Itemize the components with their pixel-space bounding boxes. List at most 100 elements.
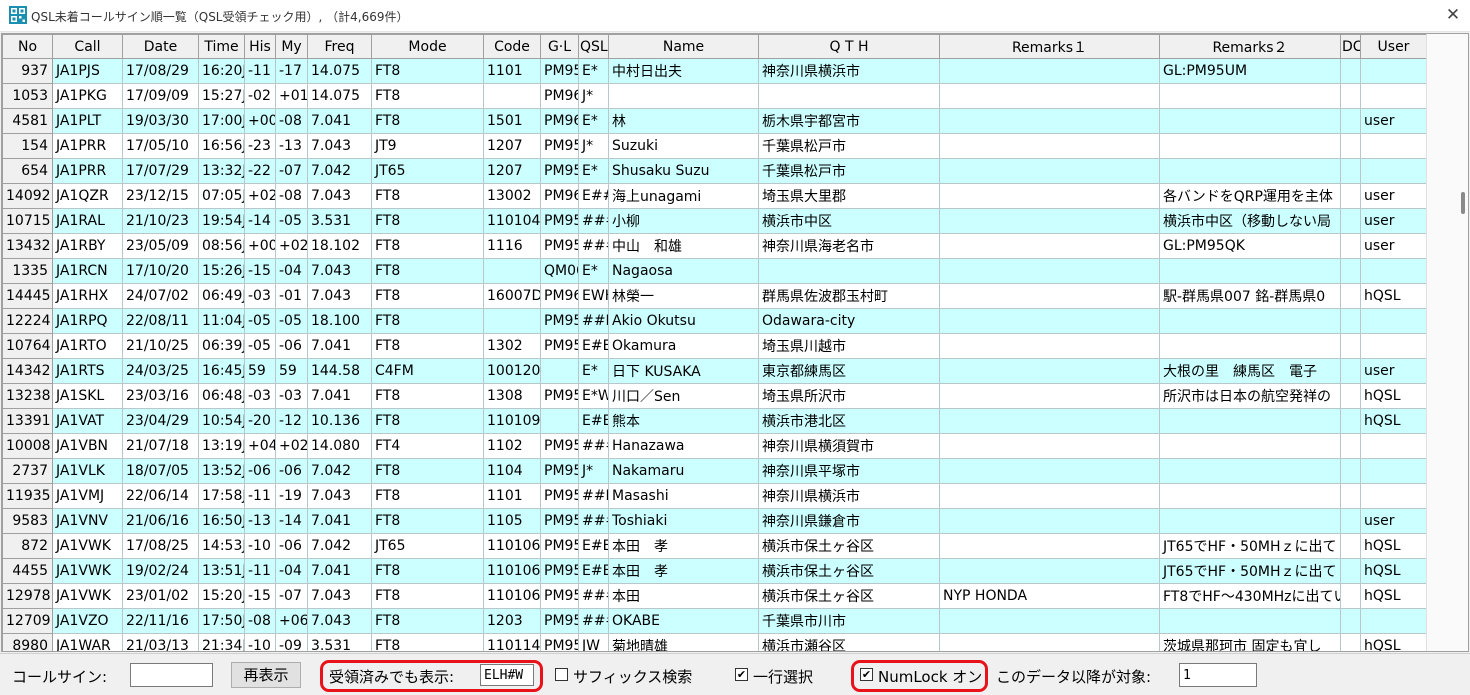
table-cell[interactable]: 22/08/11 <box>122 308 199 334</box>
table-cell[interactable] <box>939 133 1160 159</box>
table-cell[interactable] <box>1360 83 1427 109</box>
table-cell[interactable]: -22 <box>244 158 276 184</box>
table-cell[interactable]: 8980 <box>2 633 53 651</box>
table-cell[interactable]: JA1RCN <box>52 258 123 284</box>
table-cell[interactable]: 21/06/16 <box>122 508 199 534</box>
table-cell[interactable]: 17/07/29 <box>122 158 199 184</box>
column-header[interactable]: Mode <box>371 34 484 59</box>
table-cell[interactable]: 14:53J <box>198 533 245 559</box>
table-cell[interactable]: JA1VBN <box>52 433 123 459</box>
table-cell[interactable]: 654 <box>2 158 53 184</box>
numlock-checkbox[interactable]: ✔ <box>860 668 873 681</box>
table-cell[interactable] <box>939 408 1160 434</box>
table-cell[interactable]: 茨城県那珂市 固定も宜し <box>1159 633 1341 651</box>
column-header[interactable]: No <box>2 34 53 59</box>
table-cell[interactable]: PM96 <box>540 183 579 209</box>
table-row[interactable]: 13432 JA1RBY 23/05/09 08:56J +00 +02 18.102 FT8… <box>2 233 1427 259</box>
table-cell[interactable]: -13 <box>244 508 276 534</box>
table-row[interactable]: 12224 JA1RPQ 22/08/11 11:04J -05 -05 18.100 FT8… <box>2 308 1427 334</box>
table-cell[interactable]: PM96 <box>540 108 579 134</box>
table-row[interactable]: 12978 JA1VWK 23/01/02 15:20J -15 -07 7.043 FT8 1… <box>2 583 1427 609</box>
table-cell[interactable]: 1501 <box>483 108 541 134</box>
table-cell[interactable] <box>1340 183 1361 209</box>
table-cell[interactable] <box>1360 608 1427 634</box>
table-cell[interactable]: -04 <box>275 558 308 584</box>
table-cell[interactable]: -23 <box>244 133 276 159</box>
table-cell[interactable]: Toshiaki <box>608 508 759 534</box>
table-cell[interactable]: ### <box>578 233 609 259</box>
table-row[interactable]: 4455 JA1VWK 19/02/24 13:51J -11 -04 7.041 FT8 11… <box>2 558 1427 584</box>
table-cell[interactable]: FT8 <box>371 208 484 234</box>
table-cell[interactable] <box>1360 483 1427 509</box>
table-row[interactable]: 654 JA1PRR 17/07/29 13:32J -22 -07 7.042 JT65 12… <box>2 158 1427 184</box>
table-cell[interactable]: 16:56J <box>198 133 245 159</box>
table-cell[interactable]: QM06 <box>540 258 579 284</box>
table-cell[interactable]: Nagaosa <box>608 258 759 284</box>
column-header[interactable]: Freq <box>307 34 372 59</box>
table-cell[interactable]: JT65 <box>371 158 484 184</box>
table-cell[interactable] <box>1340 58 1361 84</box>
table-cell[interactable]: Okamura <box>608 333 759 359</box>
table-cell[interactable]: 110104 <box>483 208 541 234</box>
table-cell[interactable] <box>1360 158 1427 184</box>
table-cell[interactable] <box>483 258 541 284</box>
table-cell[interactable]: Odawara-city <box>758 308 940 334</box>
table-cell[interactable]: -15 <box>244 583 276 609</box>
table-cell[interactable] <box>1360 133 1427 159</box>
table-cell[interactable]: -17 <box>275 58 308 84</box>
table-cell[interactable]: 15:26J <box>198 258 245 284</box>
table-cell[interactable] <box>1340 333 1361 359</box>
table-cell[interactable]: -11 <box>244 558 276 584</box>
table-row[interactable]: 154 JA1PRR 17/05/10 16:56J -23 -13 7.043 JT9 120… <box>2 133 1427 159</box>
table-cell[interactable]: PM96 <box>540 83 579 109</box>
table-cell[interactable] <box>1340 533 1361 559</box>
table-cell[interactable]: 13:32J <box>198 158 245 184</box>
table-cell[interactable]: 神奈川県鎌倉市 <box>758 508 940 534</box>
column-header[interactable]: Call <box>52 34 123 59</box>
table-cell[interactable]: FT8 <box>371 408 484 434</box>
table-cell[interactable]: 21/03/13 <box>122 633 199 651</box>
table-cell[interactable]: 12978 <box>2 583 53 609</box>
table-cell[interactable]: -03 <box>244 283 276 309</box>
table-cell[interactable] <box>939 633 1160 651</box>
table-row[interactable]: 13391 JA1VAT 23/04/29 10:54J -20 -12 10.136 FT8… <box>2 408 1427 434</box>
table-cell[interactable]: 18/07/05 <box>122 458 199 484</box>
table-cell[interactable]: 7.041 <box>307 508 372 534</box>
table-cell[interactable]: 1203 <box>483 608 541 634</box>
redisplay-button[interactable]: 再表示 <box>231 662 301 688</box>
table-cell[interactable]: 横浜市中区 <box>758 208 940 234</box>
table-cell[interactable]: -20 <box>244 408 276 434</box>
table-cell[interactable]: user <box>1360 233 1427 259</box>
table-cell[interactable]: 埼玉県川越市 <box>758 333 940 359</box>
table-cell[interactable] <box>1159 508 1341 534</box>
table-row[interactable]: 13238 JA1SKL 23/03/16 06:48J -03 -03 7.041 FT8 1… <box>2 383 1427 409</box>
table-cell[interactable]: PM95 <box>540 208 579 234</box>
table-cell[interactable]: 4455 <box>2 558 53 584</box>
table-cell[interactable]: -14 <box>275 508 308 534</box>
table-cell[interactable]: PM95 <box>540 608 579 634</box>
table-cell[interactable]: 本田 孝 <box>608 533 759 559</box>
table-cell[interactable]: 06:39J <box>198 333 245 359</box>
table-cell[interactable] <box>1159 108 1341 134</box>
table-cell[interactable]: EWH <box>578 283 609 309</box>
table-cell[interactable]: 10008 <box>2 433 53 459</box>
table-cell[interactable] <box>1159 308 1341 334</box>
table-cell[interactable]: user <box>1360 508 1427 534</box>
column-header[interactable]: Q T H <box>758 34 940 59</box>
callsign-input[interactable] <box>130 663 213 687</box>
table-cell[interactable]: +01 <box>275 83 308 109</box>
table-cell[interactable]: 横浜市中区（移動しない局 <box>1159 208 1341 234</box>
table-cell[interactable]: PM95 <box>540 458 579 484</box>
table-cell[interactable]: JA1VWK <box>52 558 123 584</box>
table-cell[interactable] <box>939 183 1160 209</box>
table-cell[interactable] <box>939 83 1160 109</box>
table-cell[interactable]: PM96 <box>540 283 579 309</box>
row-select-checkbox[interactable]: ✔ <box>735 668 748 681</box>
table-cell[interactable]: 1105 <box>483 508 541 534</box>
table-cell[interactable]: JA1VNV <box>52 508 123 534</box>
table-cell[interactable] <box>1340 633 1361 651</box>
table-cell[interactable]: +06 <box>275 608 308 634</box>
table-cell[interactable]: 横浜市保土ヶ谷区 <box>758 583 940 609</box>
table-cell[interactable]: 11:04J <box>198 308 245 334</box>
table-cell[interactable]: 7.041 <box>307 383 372 409</box>
